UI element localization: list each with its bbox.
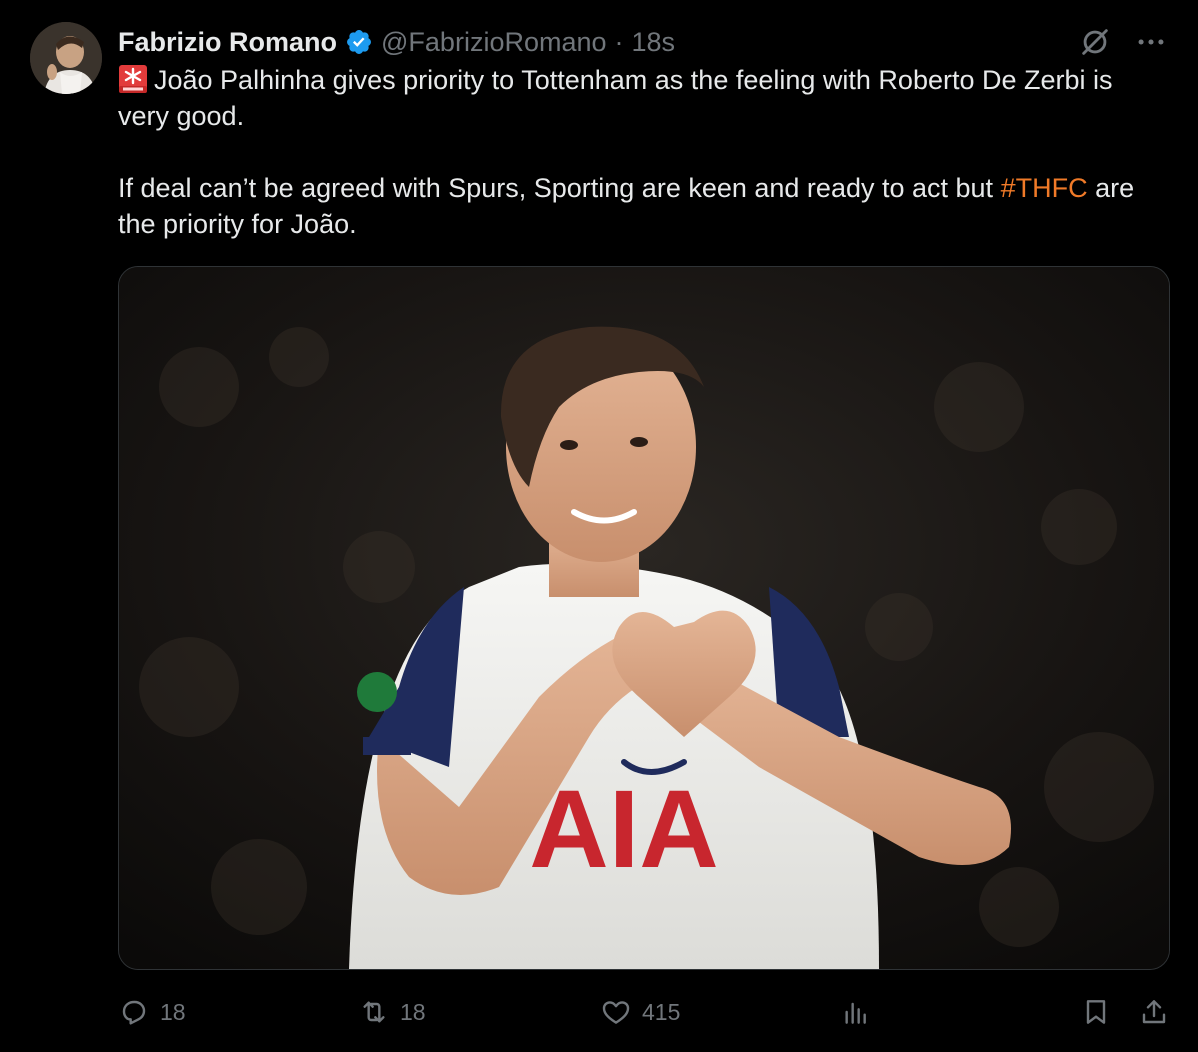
media-shirt-sponsor: AIA	[529, 768, 718, 891]
tweet-paragraph-1: João Palhinha gives priority to Tottenha…	[118, 62, 1168, 134]
bookmark-icon	[1086, 1000, 1106, 1024]
author-handle[interactable]: @FabrizioRomano	[381, 24, 607, 60]
share-button[interactable]	[1138, 990, 1170, 1034]
views-icon	[845, 1002, 866, 1024]
tweet-text-line-1: João Palhinha gives priority to Tottenha…	[118, 65, 1113, 131]
views-button[interactable]	[840, 990, 872, 1034]
author-avatar[interactable]	[30, 22, 102, 94]
rotating-light-emoji-icon	[118, 64, 148, 94]
repost-button[interactable]: 18	[358, 990, 426, 1034]
tweet-paragraph-2: If deal can’t be agreed with Spurs, Spor…	[118, 170, 1168, 242]
heart-icon	[602, 1001, 630, 1024]
tweet-media-photo[interactable]: AIA	[118, 266, 1170, 970]
tweet-actions-bar: 18 18 415	[118, 990, 1168, 1034]
more-icon[interactable]	[1134, 25, 1168, 59]
separator-dot: ·	[614, 27, 624, 57]
like-count: 415	[642, 998, 681, 1025]
grok-icon[interactable]	[1078, 25, 1112, 59]
tweet-text-para2-before: If deal can’t be agreed with Spurs, Spor…	[118, 173, 1001, 203]
tweet-header: Fabrizio Romano @FabrizioRomano · 18s	[118, 24, 1168, 60]
tweet-timestamp[interactable]: 18s	[632, 24, 676, 60]
repost-icon	[363, 1001, 385, 1023]
author-name[interactable]: Fabrizio Romano	[118, 24, 337, 60]
verified-badge-icon[interactable]	[345, 28, 373, 56]
reply-button[interactable]: 18	[118, 990, 186, 1034]
header-actions	[1078, 25, 1168, 59]
repost-count: 18	[400, 998, 426, 1025]
reply-icon	[122, 1000, 146, 1025]
share-icon	[1142, 1000, 1166, 1024]
hashtag-link[interactable]: #THFC	[1001, 173, 1088, 203]
tweet-text: João Palhinha gives priority to Tottenha…	[118, 62, 1168, 242]
bookmark-button[interactable]	[1080, 990, 1112, 1034]
like-button[interactable]: 415	[600, 990, 680, 1034]
reply-count: 18	[160, 998, 186, 1025]
